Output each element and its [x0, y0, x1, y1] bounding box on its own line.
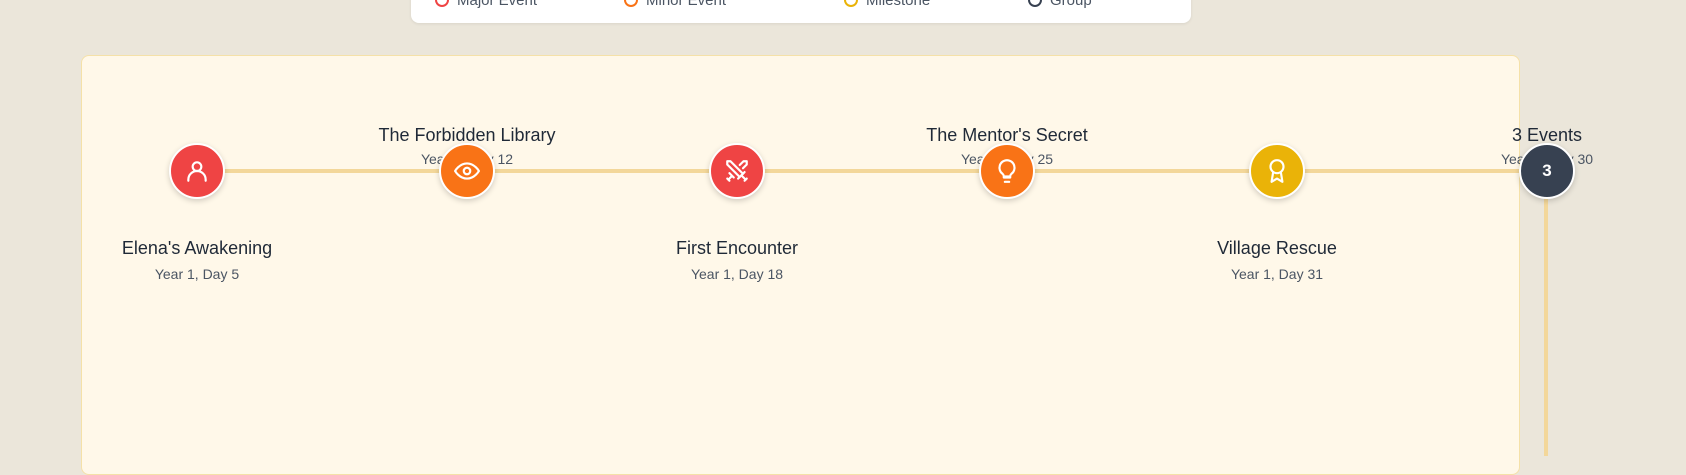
- event-label-village-rescue: Village Rescue Year 1, Day 31: [1157, 237, 1397, 283]
- award-icon: [1264, 158, 1290, 184]
- event-label-elenas-awakening: Elena's Awakening Year 1, Day 5: [77, 237, 317, 283]
- legend-dot-icon: [435, 0, 449, 7]
- group-count: 3: [1542, 161, 1552, 180]
- event-date: Year 1, Day 18: [690, 266, 784, 282]
- legend-label: Minor Event: [646, 0, 727, 9]
- event-date: Year 1, Day 31: [1230, 266, 1324, 282]
- user-icon: [184, 158, 210, 184]
- eye-icon: [454, 158, 480, 184]
- legend-item-minor[interactable]: Minor Event: [624, 0, 727, 9]
- legend-dot-icon: [1028, 0, 1042, 7]
- lightbulb-icon: [994, 158, 1020, 184]
- timeline-track-vertical: [1544, 196, 1548, 456]
- timeline-node-elenas-awakening[interactable]: [169, 143, 225, 199]
- legend-label: Group: [1050, 0, 1092, 9]
- timeline-node-mentors-secret[interactable]: [979, 143, 1035, 199]
- timeline-group-node[interactable]: 3: [1519, 143, 1575, 199]
- event-label-first-encounter: First Encounter Year 1, Day 18: [617, 237, 857, 283]
- legend-item-milestone[interactable]: Milestone: [844, 0, 931, 9]
- legend-label: Milestone: [866, 0, 931, 9]
- legend-dot-icon: [624, 0, 638, 7]
- timeline-node-forbidden-library[interactable]: [439, 143, 495, 199]
- timeline-node-first-encounter[interactable]: [709, 143, 765, 199]
- legend-label: Major Event: [457, 0, 538, 9]
- event-title: Elena's Awakening: [121, 238, 273, 258]
- event-title: First Encounter: [675, 238, 799, 258]
- legend-card: Major Event Minor Event Milestone Group: [411, 0, 1191, 23]
- legend-item-major[interactable]: Major Event: [435, 0, 538, 9]
- event-date: Year 1, Day 5: [154, 266, 240, 282]
- timeline-node-village-rescue[interactable]: [1249, 143, 1305, 199]
- timeline-track: [196, 169, 1546, 173]
- crossed-swords-icon: [724, 158, 750, 184]
- event-title: Village Rescue: [1217, 238, 1337, 258]
- legend-dot-icon: [844, 0, 858, 7]
- legend-item-group[interactable]: Group: [1028, 0, 1092, 9]
